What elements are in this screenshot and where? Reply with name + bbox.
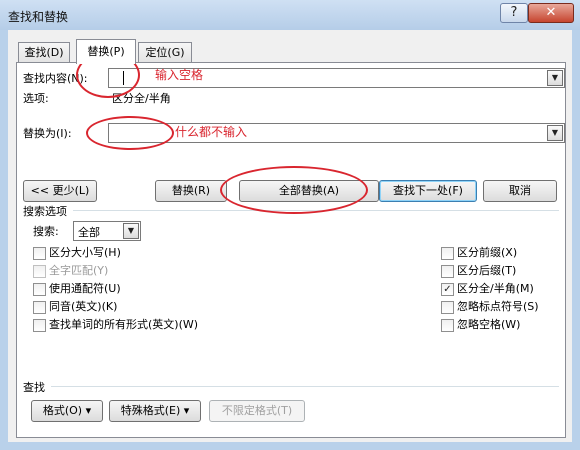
find-dropdown-icon[interactable]: ▼ (547, 70, 563, 86)
search-scope-select[interactable]: 全部 ▼ (73, 221, 141, 241)
help-button[interactable]: ? (500, 3, 528, 23)
no-formatting-button: 不限定格式(T) (209, 400, 305, 422)
special-button-label: 特殊格式(E) (120, 404, 181, 417)
search-options-heading: 搜索选项 (23, 205, 67, 218)
match-width-option[interactable]: ✓ 区分全/半角(M) (441, 282, 534, 296)
less-button[interactable]: << 更少(L) (23, 180, 97, 202)
ignore-space-option[interactable]: 忽略空格(W) (441, 318, 520, 332)
tab-goto[interactable]: 定位(G) (138, 42, 192, 63)
match-prefix-label: 区分前缀(X) (457, 246, 518, 259)
sounds-like-checkbox[interactable] (33, 301, 46, 314)
match-case-label: 区分大小写(H) (49, 246, 121, 259)
close-button[interactable]: ✕ (528, 3, 574, 23)
sounds-like-option[interactable]: 同音(英文)(K) (33, 300, 117, 314)
format-button[interactable]: 格式(O) ▾ (31, 400, 103, 422)
match-width-label: 区分全/半角(M) (457, 282, 534, 295)
find-annotation: 输入空格 (155, 68, 204, 82)
replace-field-highlight (86, 116, 174, 150)
window-title: 查找和替换 (8, 10, 69, 24)
title-bar: 查找和替换 ? ✕ (0, 0, 580, 30)
whole-word-label: 全字匹配(Y) (49, 264, 109, 277)
format-menu-arrow-icon: ▾ (85, 404, 92, 417)
replace-panel: 查找内容(N): ▼ 选项: 区分全/半角 替换为(I): ▼ << 更少(L)… (16, 62, 566, 438)
match-width-checkbox[interactable]: ✓ (441, 283, 454, 296)
tab-replace[interactable]: 替换(P) (76, 39, 136, 64)
whole-word-checkbox (33, 265, 46, 278)
tab-find[interactable]: 查找(D) (18, 42, 70, 63)
replace-annotation: 什么都不输入 (175, 125, 248, 139)
all-word-forms-checkbox[interactable] (33, 319, 46, 332)
ignore-punctuation-option[interactable]: 忽略标点符号(S) (441, 300, 539, 314)
cancel-button[interactable]: 取消 (483, 180, 557, 202)
match-case-checkbox[interactable] (33, 247, 46, 260)
wildcards-checkbox[interactable] (33, 283, 46, 296)
replace-dropdown-icon[interactable]: ▼ (547, 125, 563, 141)
wildcards-option[interactable]: 使用通配符(U) (33, 282, 121, 296)
ignore-space-checkbox[interactable] (441, 319, 454, 332)
ignore-punctuation-label: 忽略标点符号(S) (457, 300, 539, 313)
find-section-heading: 查找 (23, 381, 45, 394)
search-scope-label: 搜索: (33, 225, 59, 238)
replace-label: 替换为(I): (23, 127, 72, 140)
replace-all-highlight (220, 166, 368, 214)
ignore-punctuation-checkbox[interactable] (441, 301, 454, 314)
options-label: 选项: (23, 92, 49, 105)
ignore-space-label: 忽略空格(W) (457, 318, 521, 331)
match-suffix-label: 区分后缀(T) (457, 264, 517, 277)
match-suffix-checkbox[interactable] (441, 265, 454, 278)
special-menu-arrow-icon: ▾ (183, 404, 190, 417)
match-prefix-option[interactable]: 区分前缀(X) (441, 246, 517, 260)
match-suffix-option[interactable]: 区分后缀(T) (441, 264, 516, 278)
find-replace-window: 查找和替换 ? ✕ 查找(D) 替换(P) 定位(G) 查找内容(N): ▼ 选… (0, 0, 580, 450)
sounds-like-label: 同音(英文)(K) (49, 300, 118, 313)
find-next-button[interactable]: 查找下一处(F) (379, 180, 477, 202)
whole-word-option: 全字匹配(Y) (33, 264, 108, 278)
wildcards-label: 使用通配符(U) (49, 282, 121, 295)
replace-button[interactable]: 替换(R) (155, 180, 227, 202)
search-scope-dropdown-icon[interactable]: ▼ (123, 223, 139, 239)
format-button-label: 格式(O) (42, 404, 83, 417)
all-word-forms-option[interactable]: 查找单词的所有形式(英文)(W) (33, 318, 198, 332)
search-scope-value: 全部 (78, 226, 100, 239)
find-section-divider (51, 386, 559, 387)
match-case-option[interactable]: 区分大小写(H) (33, 246, 121, 260)
match-prefix-checkbox[interactable] (441, 247, 454, 260)
special-button[interactable]: 特殊格式(E) ▾ (109, 400, 201, 422)
all-word-forms-label: 查找单词的所有形式(英文)(W) (49, 318, 199, 331)
